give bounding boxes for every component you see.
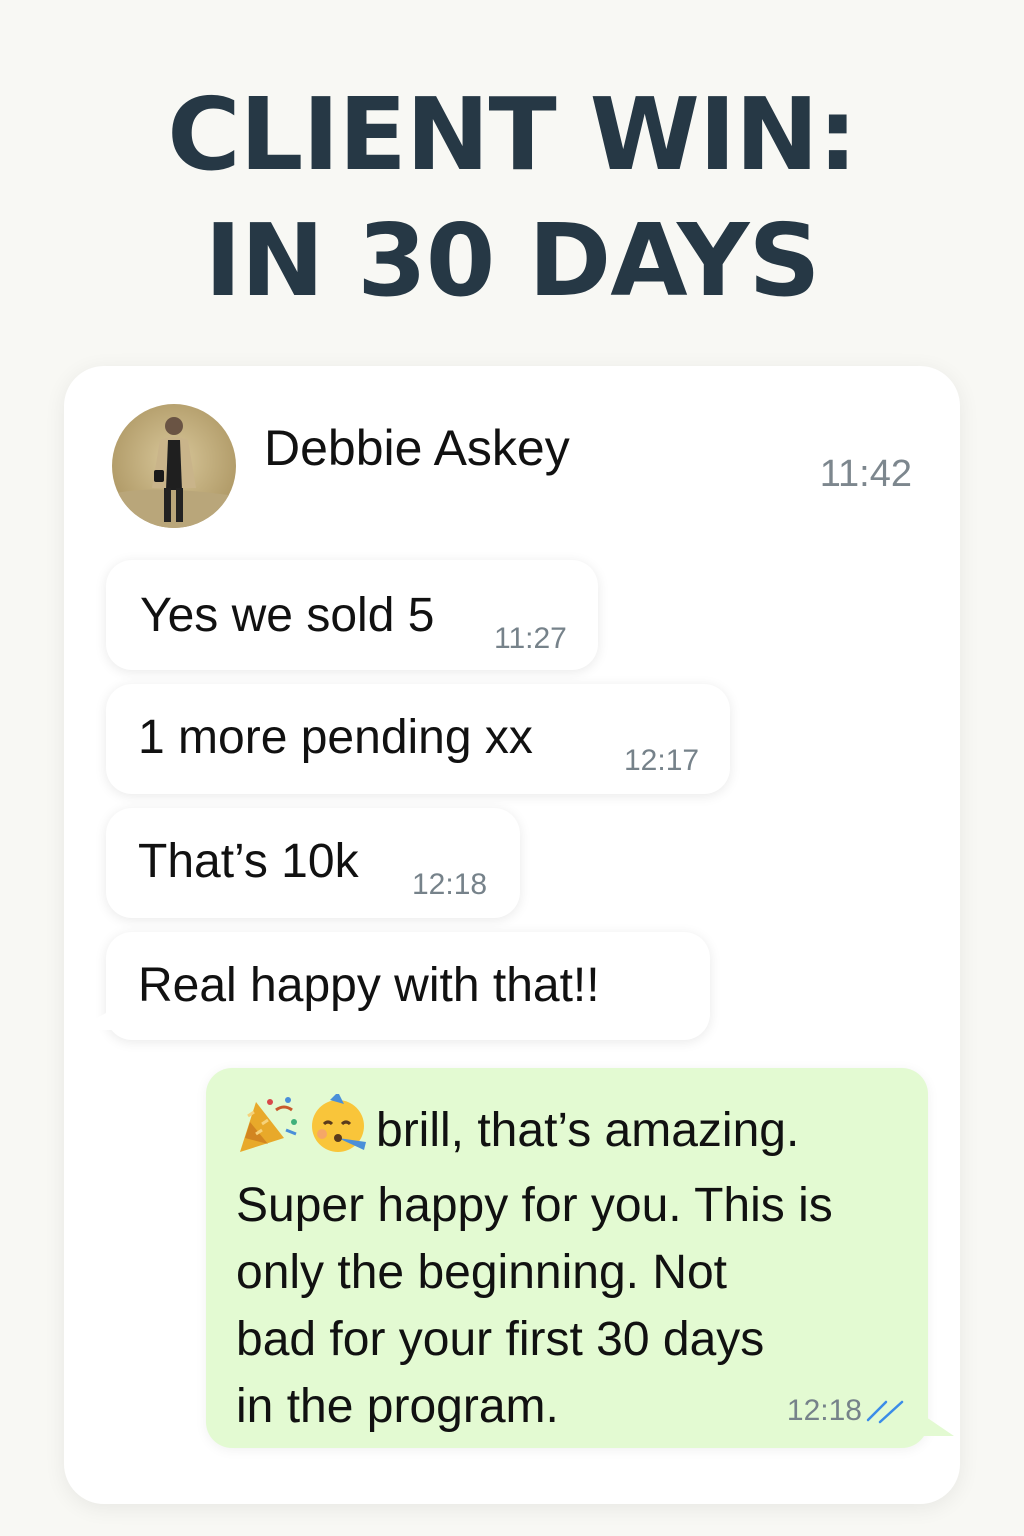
- reply-time: 12:18: [786, 1394, 862, 1427]
- reply-line-1: brill, that’s amazing.: [236, 1092, 833, 1172]
- message-text: 1 more pending xx: [138, 711, 533, 764]
- headline-line-1: CLIENT WIN:: [167, 76, 858, 193]
- headline-line-2: IN 30 DAYS: [204, 202, 821, 319]
- message-text: Real happy with that!!: [138, 959, 600, 1012]
- reply-text: brill, that’s amazing. Super happy for y…: [236, 1092, 833, 1440]
- contact-photo: [112, 404, 236, 528]
- message-text: Yes we sold 5: [140, 589, 435, 642]
- reply-line-2: Super happy for you. This is: [236, 1179, 833, 1232]
- reply-line-5: in the program.: [236, 1380, 559, 1433]
- message-time: 11:27: [494, 622, 567, 655]
- message-text: That’s 10k: [138, 835, 359, 888]
- contact-avatar[interactable]: [112, 404, 236, 528]
- partying-face-icon: [308, 1092, 370, 1172]
- incoming-message-2[interactable]: 1 more pending xx 12:17: [106, 684, 730, 794]
- incoming-message-4[interactable]: Real happy with that!!: [106, 932, 710, 1040]
- reply-line-3: only the beginning. Not: [236, 1246, 728, 1299]
- message-time: 12:18: [412, 868, 488, 901]
- header-time: 11:42: [819, 453, 912, 495]
- reply-line-4: bad for your first 30 days: [236, 1313, 765, 1366]
- outgoing-message[interactable]: brill, that’s amazing. Super happy for y…: [206, 1068, 928, 1448]
- incoming-message-1[interactable]: Yes we sold 5 11:27: [106, 560, 598, 670]
- read-receipt-icon: [866, 1400, 904, 1424]
- incoming-message-3[interactable]: That’s 10k 12:18: [106, 808, 520, 918]
- headline: CLIENT WIN: IN 30 DAYS: [0, 72, 1024, 324]
- message-time: 12:17: [624, 744, 700, 777]
- contact-name: Debbie Askey: [264, 420, 570, 476]
- party-popper-icon: [236, 1094, 302, 1172]
